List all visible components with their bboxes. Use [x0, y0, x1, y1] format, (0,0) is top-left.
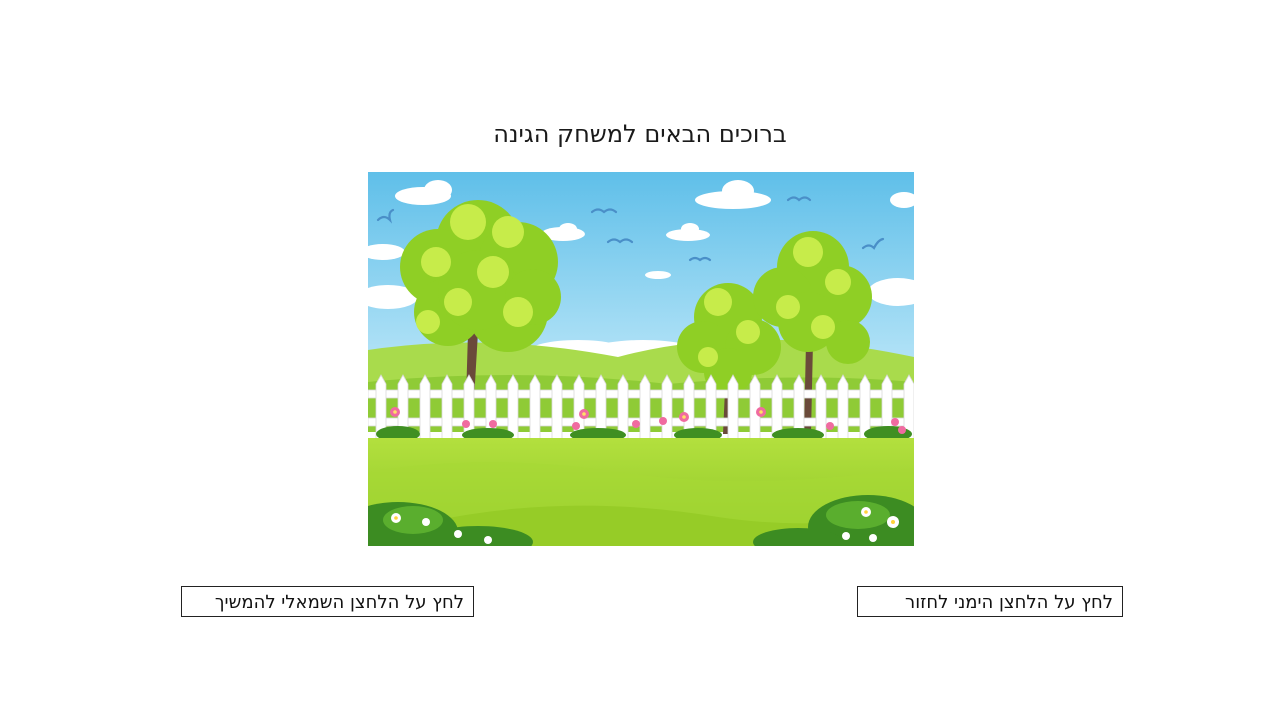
slide: ברוכים הבאים למשחק הגינה לחץ על הלחצן הש… — [0, 0, 1280, 720]
garden-scene-icon — [368, 172, 914, 546]
page-title: ברוכים הבאים למשחק הגינה — [493, 120, 787, 148]
garden-illustration — [368, 172, 914, 546]
continue-instruction-box[interactable]: לחץ על הלחצן השמאלי להמשיך — [181, 586, 474, 617]
back-instruction-box[interactable]: לחץ על הלחצן הימני לחזור — [857, 586, 1123, 617]
